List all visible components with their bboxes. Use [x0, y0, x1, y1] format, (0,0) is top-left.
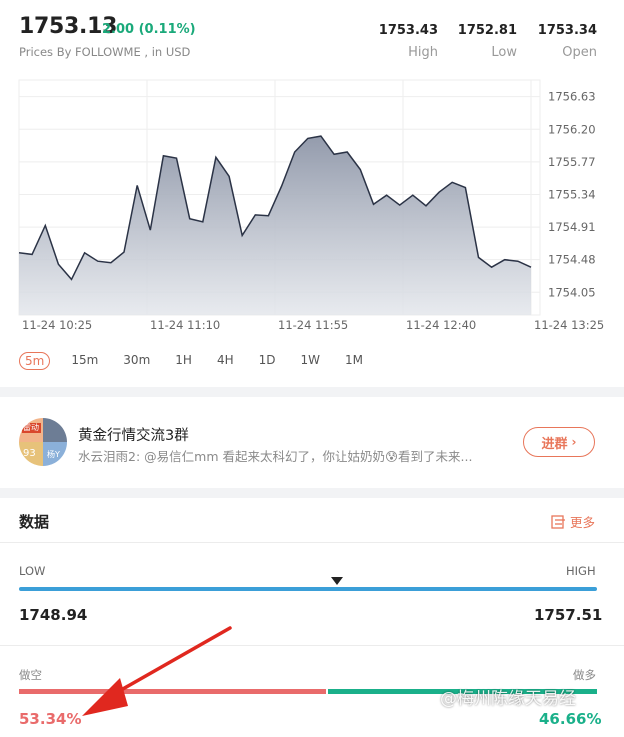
divider-line — [0, 542, 624, 543]
x-tick-label: 11-24 13:25 — [534, 318, 604, 332]
avatar-text-bl: 93 — [23, 448, 36, 459]
y-tick-label: 1756.20 — [548, 122, 596, 136]
timeframe-tab-15m[interactable]: 15m — [67, 352, 102, 370]
stat-open-label: Open — [562, 45, 597, 60]
stat-high-label: High — [408, 45, 438, 60]
list-icon — [551, 514, 565, 529]
range-current-marker — [330, 577, 343, 585]
data-section-title: 数据 — [19, 513, 50, 531]
group-name[interactable]: 黄金行情交流3群 — [78, 424, 189, 445]
y-tick-label: 1756.63 — [548, 90, 596, 104]
timeframe-tab-1w[interactable]: 1W — [296, 352, 324, 370]
y-tick-label: 1755.77 — [548, 155, 596, 169]
group-avatar[interactable]: 雷动 93 杨Y — [19, 418, 67, 466]
price-source: Prices By FOLLOWME , in USD — [19, 45, 191, 59]
section-divider — [0, 387, 624, 397]
chevron-right-icon: › — [571, 435, 577, 449]
group-last-message: 水云泪雨2: @易信仁mm 看起来太科幻了，你让姑奶奶😰看到了未来... — [78, 449, 473, 464]
stat-low-label: Low — [491, 45, 517, 60]
price-chart[interactable]: 1756.63 1756.20 1755.77 1755.34 1754.91 1754.… — [0, 70, 624, 340]
avatar-text-br: 杨Y — [47, 450, 60, 459]
x-tick-label: 11-24 10:25 — [22, 318, 92, 332]
avatar-text-tl: 雷动 — [23, 423, 39, 432]
range-high-value: 1757.51 — [534, 606, 603, 624]
more-label: 更多 — [570, 515, 596, 530]
stat-low: 1752.81 Low — [447, 23, 517, 60]
watermark-text: @梅州陈缘天易经 — [440, 689, 576, 709]
price-change: 2.00 (0.11%) — [102, 22, 196, 37]
timeframe-tab-4h[interactable]: 4H — [213, 352, 238, 370]
x-tick-label: 11-24 11:55 — [278, 318, 348, 332]
x-tick-label: 11-24 12:40 — [406, 318, 476, 332]
y-tick-label: 1755.34 — [548, 187, 596, 201]
annotation-arrow-icon — [82, 626, 232, 716]
timeframe-tab-5m[interactable]: 5m — [19, 352, 51, 370]
more-button[interactable]: 更多 — [551, 512, 595, 531]
x-tick-label: 11-24 11:10 — [150, 318, 220, 332]
stat-high: 1753.43 High — [368, 23, 438, 60]
y-tick-label: 1754.48 — [548, 253, 596, 267]
timeframe-tab-1d[interactable]: 1D — [255, 352, 280, 370]
stat-low-value: 1752.81 — [457, 23, 517, 38]
section-divider-2 — [0, 488, 624, 498]
timeframe-tabs: 5m 15m 30m 1H 4H 1D 1W 1M — [19, 352, 384, 370]
long-label: 做多 — [573, 668, 596, 682]
join-group-button[interactable]: 进群 › — [523, 427, 595, 457]
stat-open-value: 1753.34 — [537, 23, 597, 38]
y-tick-label: 1754.91 — [548, 220, 596, 234]
stat-high-value: 1753.43 — [378, 23, 438, 38]
range-low-label: LOW — [19, 564, 46, 578]
timeframe-tab-1m[interactable]: 1M — [341, 352, 367, 370]
timeframe-tab-30m[interactable]: 30m — [119, 352, 154, 370]
stat-open: 1753.34 Open — [527, 23, 597, 60]
short-label: 做空 — [19, 668, 42, 682]
join-group-label: 进群 — [541, 436, 568, 452]
timeframe-tab-1h[interactable]: 1H — [171, 352, 196, 370]
range-bar — [19, 587, 597, 591]
y-tick-label: 1754.05 — [548, 285, 596, 299]
range-high-label: HIGH — [566, 564, 596, 578]
long-percent: 46.66% — [539, 710, 602, 728]
